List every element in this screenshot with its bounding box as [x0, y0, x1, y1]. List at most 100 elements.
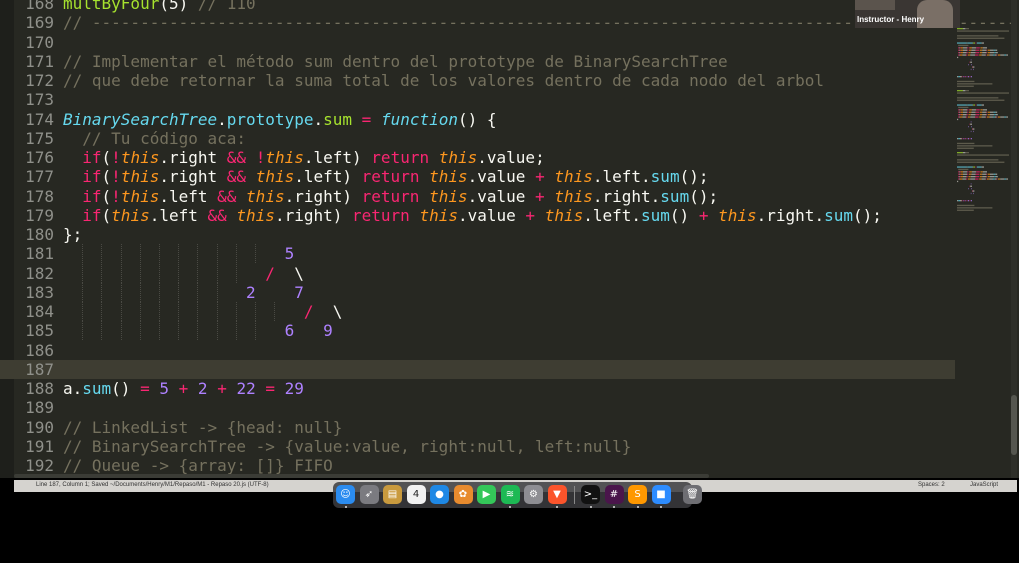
zoom-icon[interactable]: ■: [651, 485, 671, 504]
minimap-line: [979, 116, 982, 118]
code-line[interactable]: 187: [0, 359, 955, 379]
minimap-line: [967, 166, 973, 168]
code-line[interactable]: 191 // BinarySearchTree -> {value:value, …: [0, 437, 955, 456]
spotify-icon[interactable]: ≋: [500, 485, 520, 504]
minimap[interactable]: [955, 28, 1013, 218]
minimap-line: [960, 176, 963, 178]
code-line[interactable]: 171 // Implementar el método sum dentro d…: [0, 52, 955, 71]
indent-guide: [82, 263, 84, 283]
code-token: 7: [294, 282, 304, 302]
code-line[interactable]: 173: [0, 90, 955, 109]
minimap-line: [969, 173, 972, 175]
finder-icon[interactable]: ☺: [336, 485, 355, 504]
code-line[interactable]: 174 BinarySearchTree.prototype.sum = func…: [0, 110, 955, 129]
minimap-line: [976, 166, 982, 168]
sublime-text-icon[interactable]: S: [628, 485, 647, 504]
minimap-line: [966, 52, 968, 54]
minimap-line: [972, 171, 977, 173]
code-line[interactable]: 179 if(this.left && this.right) return t…: [0, 206, 955, 225]
photos-icon[interactable]: ✿: [453, 485, 473, 504]
minimap-line: [958, 171, 960, 173]
messages-icon[interactable]: ●: [430, 485, 449, 504]
minimap-line: [970, 61, 972, 63]
minimap-line: [970, 178, 975, 180]
minimap-line: [987, 52, 990, 54]
minimap-line: [958, 106, 969, 109]
terminal-icon[interactable]: >_: [581, 485, 600, 504]
notes-icon[interactable]: ▤: [383, 485, 402, 504]
minimap-line: [994, 176, 996, 178]
code-line[interactable]: 180};: [0, 225, 955, 244]
minimap-line: [966, 178, 968, 180]
code-line[interactable]: 188 a.sum() = 5 + 2 + 22 = 29: [0, 379, 955, 398]
minimap-line: [982, 52, 987, 54]
minimap-line: [969, 111, 972, 113]
indent-guide: [101, 263, 103, 283]
code-line[interactable]: 168 multByFour(5) // 110: [0, 0, 955, 13]
indent-guide: [235, 244, 237, 264]
minimap-line: [970, 121, 972, 123]
indent-guide: [139, 282, 141, 302]
minimap-line: [982, 47, 987, 49]
minimap-line: [987, 173, 990, 175]
minimap-line: [996, 52, 998, 54]
launchpad-icon[interactable]: ➶: [359, 485, 379, 504]
minimap-line: [960, 171, 961, 173]
minimap-line: [969, 49, 972, 51]
indent-guide: [82, 302, 84, 321]
facetime-icon[interactable]: ▶: [477, 485, 496, 504]
horizontal-scrollbar[interactable]: [14, 474, 709, 478]
minimap-line: [982, 176, 987, 178]
code-line[interactable]: 192 // Queue -> {array: []} FIFO: [0, 456, 955, 475]
brave-icon[interactable]: ▼: [547, 485, 567, 504]
minimap-line: [970, 176, 976, 178]
code-line[interactable]: 172 // que debe retornar la suma total de…: [0, 71, 955, 90]
minimap-line: [959, 114, 960, 116]
code-line[interactable]: 175 // Tu código aca:: [0, 129, 955, 148]
code-line[interactable]: 178 if(!this.left && this.right) return …: [0, 187, 955, 206]
code-line[interactable]: 169// ----------------------------------…: [0, 13, 1019, 32]
slack-icon[interactable]: #: [604, 485, 624, 504]
code-line[interactable]: 176 if(!this.right && !this.left) return…: [0, 148, 955, 167]
minimap-line: [996, 54, 998, 56]
code-line[interactable]: 182 / \: [0, 263, 955, 283]
minimap-line: [994, 52, 996, 54]
trash-icon[interactable]: 🗑: [683, 485, 702, 504]
code-line[interactable]: 190 // LinkedList -> {head: null}: [0, 418, 955, 437]
minimap-line: [1006, 178, 1008, 180]
indent-guide: [197, 263, 199, 283]
minimap-line: [967, 138, 969, 140]
status-syntax[interactable]: JavaScript: [970, 482, 998, 488]
code-line[interactable]: 183 2 7: [0, 282, 955, 302]
minimap-line: [958, 178, 960, 180]
line-number: 170: [25, 32, 54, 52]
calendar-icon[interactable]: 4: [406, 485, 426, 504]
code-line[interactable]: 186: [0, 341, 955, 360]
minimap-line: [963, 138, 964, 140]
code-editor[interactable]: 168 multByFour(5) // 110 169// -----------…: [0, 0, 1019, 478]
line-number: 188: [25, 379, 54, 398]
system-preferences-icon[interactable]: ⚙: [524, 485, 543, 504]
code-line[interactable]: 185 6 9: [0, 321, 955, 341]
code-line[interactable]: 189: [0, 398, 955, 417]
minimap-line: [963, 28, 966, 30]
code-line[interactable]: 170: [0, 33, 955, 52]
minimap-line: [986, 114, 987, 116]
minimap-line: [985, 116, 987, 118]
status-spaces[interactable]: Spaces: 2: [918, 482, 945, 488]
code-token: .right.: [756, 205, 825, 225]
minimap-line: [976, 171, 980, 173]
indent-guide: [255, 321, 256, 341]
minimap-line: [961, 76, 963, 78]
code-line[interactable]: 184 / \: [0, 302, 955, 321]
code-line[interactable]: 181 5: [0, 244, 955, 264]
scrollbar-thumb[interactable]: [1011, 395, 1017, 455]
code-line[interactable]: 177 if(!this.right && this.left) return …: [0, 167, 955, 186]
minimap-line: [982, 173, 987, 175]
